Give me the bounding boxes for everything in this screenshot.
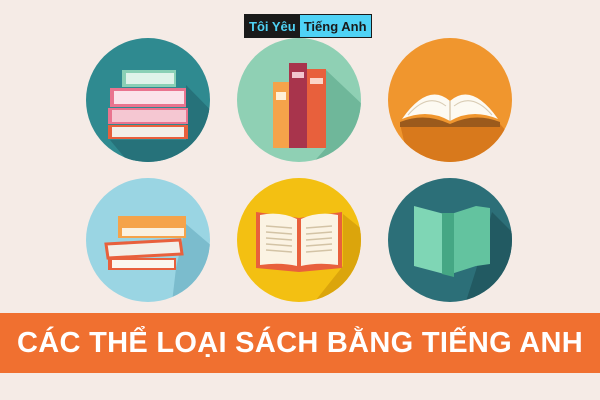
open-book-with-text-icon	[237, 178, 361, 302]
title-banner: CÁC THỂ LOẠI SÁCH BẰNG TIẾNG ANH	[0, 313, 600, 373]
closed-books-stack-icon	[86, 178, 210, 302]
standing-book-icon	[388, 178, 512, 302]
stacked-books-icon	[86, 38, 210, 162]
upright-books-icon	[237, 38, 361, 162]
page-title: CÁC THỂ LOẠI SÁCH BẰNG TIẾNG ANH	[17, 326, 583, 359]
